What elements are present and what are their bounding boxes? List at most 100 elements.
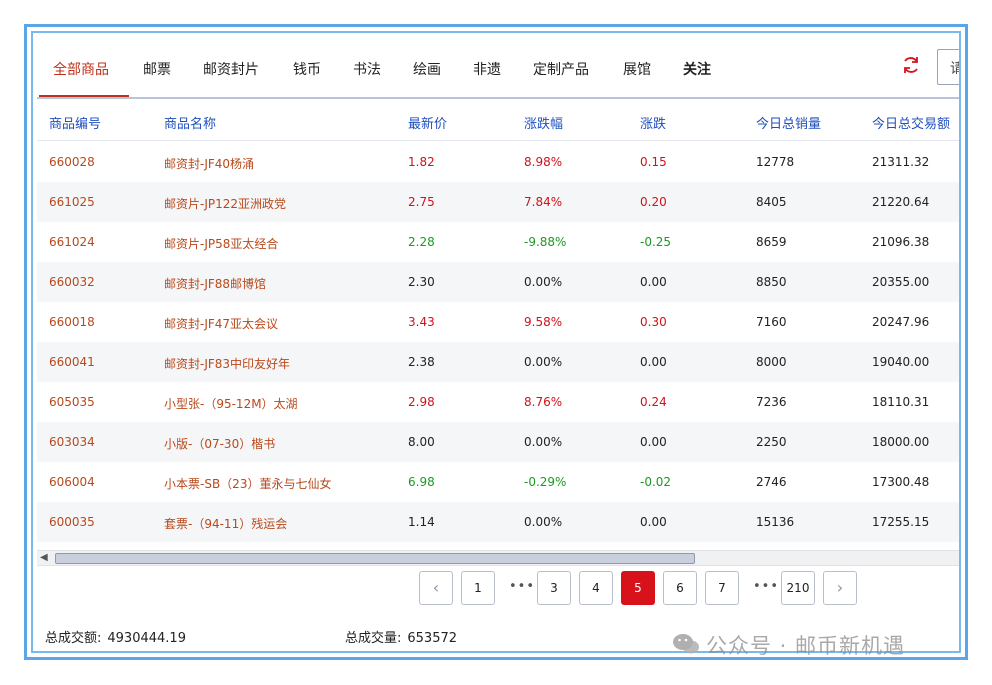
table-row[interactable]: 660041 邮资封-JF83中印友好年 2.38 0.00% 0.00 8000 1904… — [37, 342, 959, 382]
watermark-text: 公众号 · 邮币新机遇 — [706, 634, 906, 658]
total-amount-label: 总成交额: — [45, 631, 102, 646]
cell-amount: 21311.32 — [872, 155, 930, 169]
prev-page-button[interactable]: ‹ — [419, 571, 453, 605]
cell-name[interactable]: 邮资封-JF88邮博馆 — [164, 275, 266, 292]
cell-volume: 7160 — [756, 315, 787, 329]
market-panel: 全部商品 邮票 邮资封片 钱币 书法 绘画 非遗 定制产品 展馆 关注 请 商品… — [31, 31, 961, 653]
cell-amount: 20247.96 — [872, 315, 930, 329]
tab-postal-stationery[interactable]: 邮资封片 — [203, 59, 259, 79]
table-row[interactable]: 660018 邮资封-JF47亚太会议 3.43 9.58% 0.30 7160 20247… — [37, 302, 959, 342]
cell-name[interactable]: 邮资片-JP122亚洲政党 — [164, 195, 286, 212]
cell-code[interactable]: 603034 — [49, 435, 95, 449]
tab-intangible-heritage[interactable]: 非遗 — [473, 59, 501, 79]
cell-name[interactable]: 小本票-SB（23）董永与七仙女 — [164, 475, 331, 492]
tab-coins[interactable]: 钱币 — [293, 59, 321, 79]
tab-exhibition-hall[interactable]: 展馆 — [623, 59, 651, 79]
cell-change-pct: 8.98% — [524, 155, 563, 169]
cell-price: 2.30 — [408, 275, 435, 289]
page-button-3[interactable]: 3 — [537, 571, 571, 605]
cell-price: 3.43 — [408, 315, 435, 329]
cell-name[interactable]: 套票-（94-11）残运会 — [164, 515, 287, 532]
column-header-name[interactable]: 商品名称 — [164, 113, 216, 132]
pagination-ellipsis: ••• — [509, 579, 536, 594]
cell-code[interactable]: 660041 — [49, 355, 95, 369]
cell-volume: 2250 — [756, 435, 787, 449]
cell-code[interactable]: 661024 — [49, 235, 95, 249]
tab-calligraphy[interactable]: 书法 — [353, 59, 381, 79]
cell-change: -0.02 — [640, 475, 672, 489]
cell-change: 0.24 — [640, 395, 667, 409]
page-button-1[interactable]: 1 — [461, 571, 495, 605]
column-header-change-pct[interactable]: 涨跌幅 — [524, 113, 563, 132]
cell-amount: 20355.00 — [872, 275, 930, 289]
cell-change: 0.00 — [640, 435, 667, 449]
cell-price: 2.28 — [408, 235, 435, 249]
table-row[interactable]: 600035 套票-（94-11）残运会 1.14 0.00% 0.00 15136 172… — [37, 502, 959, 542]
page-button-5-current[interactable]: 5 — [621, 571, 655, 605]
cell-price: 2.75 — [408, 195, 435, 209]
cell-name[interactable]: 邮资封-JF47亚太会议 — [164, 315, 278, 332]
table-row[interactable]: 661024 邮资片-JP58亚太经合 2.28 -9.88% -0.25 8659 210… — [37, 222, 959, 262]
column-header-amount[interactable]: 今日总交易额 — [872, 113, 950, 132]
total-volume-label: 总成交量: — [345, 631, 402, 646]
tab-custom-products[interactable]: 定制产品 — [533, 59, 589, 79]
cell-price: 8.00 — [408, 435, 435, 449]
table-row[interactable]: 606004 小本票-SB（23）董永与七仙女 6.98 -0.29% -0.02 274… — [37, 462, 959, 502]
cell-change: 0.20 — [640, 195, 667, 209]
cell-code[interactable]: 660018 — [49, 315, 95, 329]
cell-code[interactable]: 661025 — [49, 195, 95, 209]
wechat-icon — [673, 634, 699, 654]
cell-name[interactable]: 邮资封-JF83中印友好年 — [164, 355, 290, 372]
cell-price: 1.14 — [408, 515, 435, 529]
cell-code[interactable]: 600035 — [49, 515, 95, 529]
cell-name[interactable]: 邮资封-JF40杨涌 — [164, 155, 254, 172]
column-header-volume[interactable]: 今日总销量 — [756, 113, 821, 132]
cell-volume: 7236 — [756, 395, 787, 409]
page-button-7[interactable]: 7 — [705, 571, 739, 605]
cell-code[interactable]: 605035 — [49, 395, 95, 409]
total-volume: 总成交量: 653572 — [345, 627, 457, 646]
page-button-6[interactable]: 6 — [663, 571, 697, 605]
table-row[interactable]: 660032 邮资封-JF88邮博馆 2.30 0.00% 0.00 8850 20355.… — [37, 262, 959, 302]
cell-change-pct: 8.76% — [524, 395, 563, 409]
total-amount-value: 4930444.19 — [107, 631, 186, 646]
page-button-4[interactable]: 4 — [579, 571, 613, 605]
column-header-price[interactable]: 最新价 — [408, 113, 447, 132]
next-page-button[interactable]: › — [823, 571, 857, 605]
cell-code[interactable]: 660032 — [49, 275, 95, 289]
table-row[interactable]: 660028 邮资封-JF40杨涌 1.82 8.98% 0.15 12778 21311.… — [37, 142, 959, 182]
cell-change-pct: 9.58% — [524, 315, 563, 329]
category-tabs: 全部商品 邮票 邮资封片 钱币 书法 绘画 非遗 定制产品 展馆 关注 请 — [37, 33, 959, 99]
cell-change-pct: 0.00% — [524, 355, 563, 369]
cell-change: 0.00 — [640, 355, 667, 369]
table-row[interactable]: 603034 小版-（07-30）楷书 8.00 0.00% 0.00 2250 18000… — [37, 422, 959, 462]
column-header-change[interactable]: 涨跌 — [640, 113, 666, 132]
tab-stamps[interactable]: 邮票 — [143, 59, 171, 79]
cell-volume: 15136 — [756, 515, 795, 529]
cell-change-pct: 0.00% — [524, 435, 563, 449]
tab-painting[interactable]: 绘画 — [413, 59, 441, 79]
cell-name[interactable]: 小型张-（95-12M）太湖 — [164, 395, 298, 412]
cell-amount: 18110.31 — [872, 395, 930, 409]
scrollbar-thumb[interactable] — [55, 553, 695, 564]
tab-all-products[interactable]: 全部商品 — [53, 59, 109, 79]
cell-amount: 18000.00 — [872, 435, 930, 449]
column-header-code[interactable]: 商品编号 — [49, 113, 101, 132]
page-button-210[interactable]: 210 — [781, 571, 815, 605]
cell-change-pct: 7.84% — [524, 195, 563, 209]
table-row[interactable]: 605035 小型张-（95-12M）太湖 2.98 8.76% 0.24 7236 181… — [37, 382, 959, 422]
cell-change: 0.15 — [640, 155, 667, 169]
cell-price: 2.38 — [408, 355, 435, 369]
cell-price: 1.82 — [408, 155, 435, 169]
tab-follow[interactable]: 关注 — [683, 59, 711, 79]
pagination-ellipsis: ••• — [753, 579, 780, 594]
cell-name[interactable]: 小版-（07-30）楷书 — [164, 435, 275, 452]
table-row[interactable]: 661025 邮资片-JP122亚洲政党 2.75 7.84% 0.20 8405 2122… — [37, 182, 959, 222]
scroll-left-icon[interactable]: ◀ — [40, 552, 48, 563]
cell-name[interactable]: 邮资片-JP58亚太经合 — [164, 235, 278, 252]
cell-code[interactable]: 660028 — [49, 155, 95, 169]
search-input[interactable]: 请 — [937, 49, 959, 85]
refresh-icon[interactable] — [901, 55, 921, 75]
horizontal-scrollbar[interactable]: ◀ — [37, 550, 959, 566]
cell-code[interactable]: 606004 — [49, 475, 95, 489]
